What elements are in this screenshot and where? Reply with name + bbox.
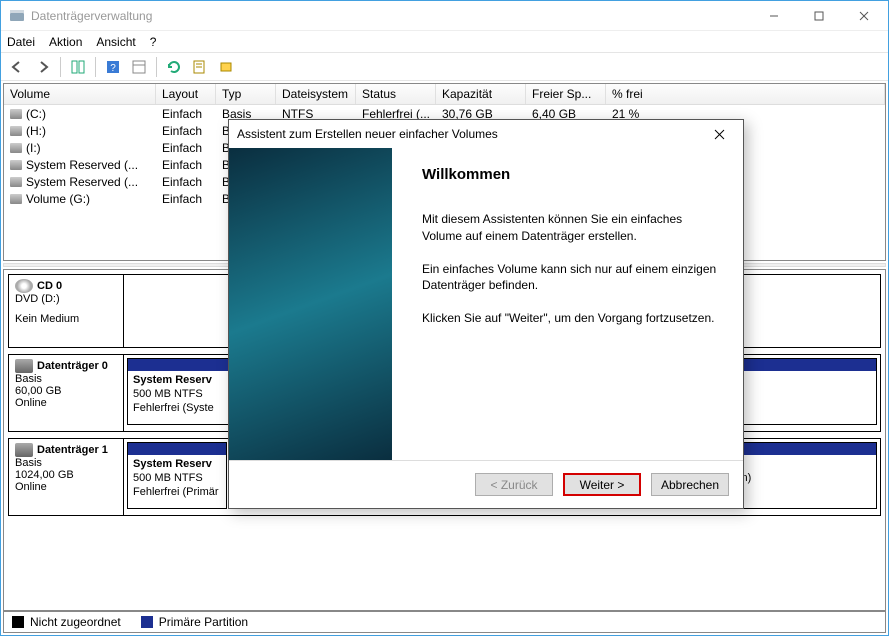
volume-icon [10,143,22,153]
disk-size: 60,00 GB [15,385,117,397]
volume-icon [10,109,22,119]
wizard-text: Klicken Sie auf "Weiter", um den Vorgang… [422,310,721,327]
disk-size: 1024,00 GB [15,469,117,481]
back-icon[interactable] [5,55,29,79]
menu-action[interactable]: Aktion [49,35,82,49]
maximize-button[interactable] [796,2,841,30]
col-volume[interactable]: Volume [4,84,156,104]
cancel-button[interactable]: Abbrechen [651,473,729,496]
disk-name: CD 0 [37,280,62,292]
part-title: System Reserv [133,374,212,386]
volume-table-header: Volume Layout Typ Dateisystem Status Kap… [4,84,885,105]
back-button: < Zurück [475,473,553,496]
titlebar: Datenträgerverwaltung [1,1,888,31]
wizard-content: Willkommen Mit diesem Assistenten können… [392,148,743,460]
volume-icon [10,194,22,204]
legend-label-unalloc: Nicht zugeordnet [30,615,121,629]
toolbar: ? [1,53,888,81]
col-typ[interactable]: Typ [216,84,276,104]
disk-name: Datenträger 0 [37,360,108,372]
legend-swatch-unalloc [12,616,24,628]
disk-type: Basis [15,457,117,469]
forward-icon[interactable] [31,55,55,79]
menu-view[interactable]: Ansicht [96,35,135,49]
menu-file[interactable]: Datei [7,35,35,49]
wizard-titlebar: Assistent zum Erstellen neuer einfacher … [229,120,743,148]
wizard-close-button[interactable] [703,122,735,146]
col-cap[interactable]: Kapazität [436,84,526,104]
next-button[interactable]: Weiter > [563,473,641,496]
col-pct[interactable]: % frei [606,84,885,104]
volume-icon [10,126,22,136]
col-free[interactable]: Freier Sp... [526,84,606,104]
part-line1: 500 MB NTFS [133,388,203,400]
disk-type: Basis [15,373,117,385]
disk-icon [15,359,33,373]
legend-swatch-primary [141,616,153,628]
wizard-dialog: Assistent zum Erstellen neuer einfacher … [228,119,744,509]
menubar: Datei Aktion Ansicht ? [1,31,888,53]
part-title: System Reserv [133,458,212,470]
disk-status: Online [15,397,117,409]
close-button[interactable] [841,2,886,30]
disk-name: Datenträger 1 [37,444,108,456]
minimize-button[interactable] [751,2,796,30]
volume-icon [10,177,22,187]
properties-icon[interactable] [188,55,212,79]
col-status[interactable]: Status [356,84,436,104]
col-fs[interactable]: Dateisystem [276,84,356,104]
wizard-text: Mit diesem Assistenten können Sie ein ei… [422,211,721,245]
menu-help[interactable]: ? [150,35,157,49]
wizard-title: Assistent zum Erstellen neuer einfacher … [237,127,703,141]
disk-info: DVD (D:) [15,293,117,305]
legend-label-primary: Primäre Partition [159,615,248,629]
disk-status: Online [15,481,117,493]
part-line1: 500 MB NTFS [133,472,203,484]
refresh-icon[interactable] [162,55,186,79]
wizard-buttons: < Zurück Weiter > Abbrechen [229,460,743,508]
partition[interactable]: System Reserv 500 MB NTFS Fehlerfrei (Prim… [127,442,227,509]
part-line2: Fehlerfrei (Syste [133,402,214,414]
help-icon[interactable]: ? [101,55,125,79]
wizard-text: Ein einfaches Volume kann sich nur auf e… [422,261,721,295]
window-title: Datenträgerverwaltung [31,9,751,23]
part-line2: Fehlerfrei (Primär [133,486,219,498]
volume-icon [10,160,22,170]
settings-icon[interactable] [127,55,151,79]
legend: Nicht zugeordnet Primäre Partition [3,611,886,633]
app-icon [9,8,25,24]
show-hide-icon[interactable] [66,55,90,79]
wizard-heading: Willkommen [422,166,721,183]
wizard-icon[interactable] [214,55,238,79]
cd-icon [15,279,33,293]
disk-status: Kein Medium [15,313,117,325]
col-layout[interactable]: Layout [156,84,216,104]
svg-text:?: ? [110,63,116,74]
wizard-sidebar-image [229,148,392,460]
disk-icon [15,443,33,457]
